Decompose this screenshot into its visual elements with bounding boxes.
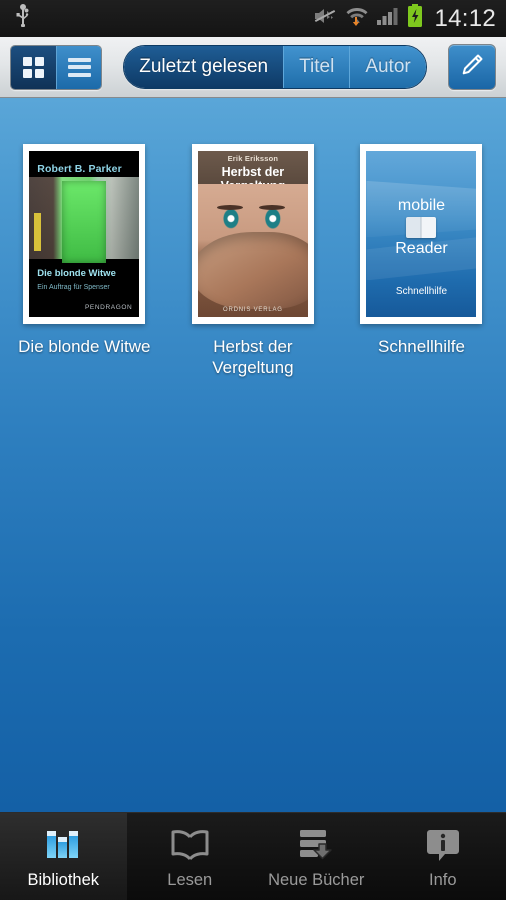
status-bar-left <box>14 4 32 33</box>
sort-tab-title[interactable]: Titel <box>283 46 350 88</box>
nav-item-bibliothek[interactable]: Bibliothek <box>0 813 127 900</box>
cover-photo-hand <box>197 231 308 310</box>
edit-button[interactable] <box>447 44 496 90</box>
pencil-icon <box>459 52 485 83</box>
status-bar-right: 14:12 <box>313 4 496 33</box>
open-book-icon <box>169 825 211 865</box>
cover-logo: mobile Reader <box>366 197 476 258</box>
cover-caption: Schnellhilfe <box>395 286 448 298</box>
cover-photo <box>29 177 140 263</box>
library-shelf: Robert B. Parker Die blonde Witwe Ein Au… <box>0 98 506 812</box>
cover-author: Erik Eriksson <box>227 154 279 163</box>
open-book-icon <box>406 217 437 239</box>
download-books-icon <box>295 825 337 865</box>
grid-view-button[interactable] <box>11 45 56 89</box>
cover-brand-top: mobile <box>397 197 446 215</box>
book-cover-frame[interactable]: Erik Eriksson Herbst der Vergeltung ORDN… <box>191 144 314 324</box>
mute-icon <box>313 6 337 31</box>
cover-author: Robert B. Parker <box>37 163 122 175</box>
cover-photo-detail <box>259 205 286 211</box>
book-cover-art: mobile Reader Schnellhilfe <box>366 151 477 317</box>
nav-item-info[interactable]: Info <box>380 813 506 900</box>
cover-subtitle: Ein Auftrag für Spenser <box>37 284 110 291</box>
view-mode-toggle[interactable] <box>10 44 102 90</box>
book-item[interactable]: Robert B. Parker Die blonde Witwe Ein Au… <box>0 144 169 378</box>
book-item[interactable]: Erik Eriksson Herbst der Vergeltung ORDN… <box>169 144 338 378</box>
nav-label: Info <box>428 870 457 889</box>
book-title-label: Die blonde Witwe <box>18 337 151 356</box>
books-icon <box>43 825 83 865</box>
sort-tab-author[interactable]: Autor <box>349 46 426 88</box>
battery-charging-icon <box>407 4 423 33</box>
cover-publisher: ORDNIS VERLAG <box>223 307 283 313</box>
cover-photo: ORDNIS VERLAG <box>197 184 308 317</box>
nav-item-lesen[interactable]: Lesen <box>127 813 254 900</box>
status-bar: 14:12 <box>0 0 506 37</box>
status-bar-clock: 14:12 <box>434 4 496 32</box>
cover-photo-detail <box>216 205 243 211</box>
cover-spine-accent <box>34 213 42 251</box>
book-cover-frame[interactable]: Robert B. Parker Die blonde Witwe Ein Au… <box>23 144 146 324</box>
nav-item-neue-buecher[interactable]: Neue Bücher <box>253 813 380 900</box>
wifi-download-icon <box>345 5 369 32</box>
cover-brand-bottom: Reader <box>395 240 448 258</box>
cover-publisher: PENDRAGON <box>85 304 133 311</box>
book-grid: Robert B. Parker Die blonde Witwe Ein Au… <box>0 98 506 378</box>
cover-title: Die blonde Witwe <box>37 268 116 279</box>
nav-label: Lesen <box>167 870 213 889</box>
sort-tab-recent[interactable]: Zuletzt gelesen <box>124 46 284 88</box>
cover-title-band: Erik Eriksson Herbst der Vergeltung <box>197 151 308 193</box>
book-cover-art: Robert B. Parker Die blonde Witwe Ein Au… <box>29 151 140 317</box>
nav-label: Bibliothek <box>27 870 100 889</box>
info-bubble-icon <box>424 825 462 865</box>
usb-icon <box>14 4 32 33</box>
book-title-label: Herbst der Vergeltung <box>212 337 294 377</box>
signal-icon <box>377 6 399 31</box>
book-title-label: Schnellhilfe <box>378 337 465 356</box>
app-root: 14:12 Zuletzt gelesen Titel Autor Robert… <box>0 0 506 900</box>
book-item[interactable]: mobile Reader Schnellhilfe Schnellhilfe <box>337 144 506 378</box>
top-toolbar: Zuletzt gelesen Titel Autor <box>0 37 506 99</box>
sort-segmented-control[interactable]: Zuletzt gelesen Titel Autor <box>123 45 427 89</box>
bottom-navigation: Bibliothek Lesen Neue Bücher Info <box>0 812 506 900</box>
book-cover-frame[interactable]: mobile Reader Schnellhilfe <box>360 144 483 324</box>
nav-label: Neue Bücher <box>268 870 365 889</box>
grid-icon <box>23 56 44 78</box>
list-icon <box>67 57 91 77</box>
list-view-button[interactable] <box>56 45 101 89</box>
book-cover-art: Erik Eriksson Herbst der Vergeltung ORDN… <box>197 151 308 317</box>
